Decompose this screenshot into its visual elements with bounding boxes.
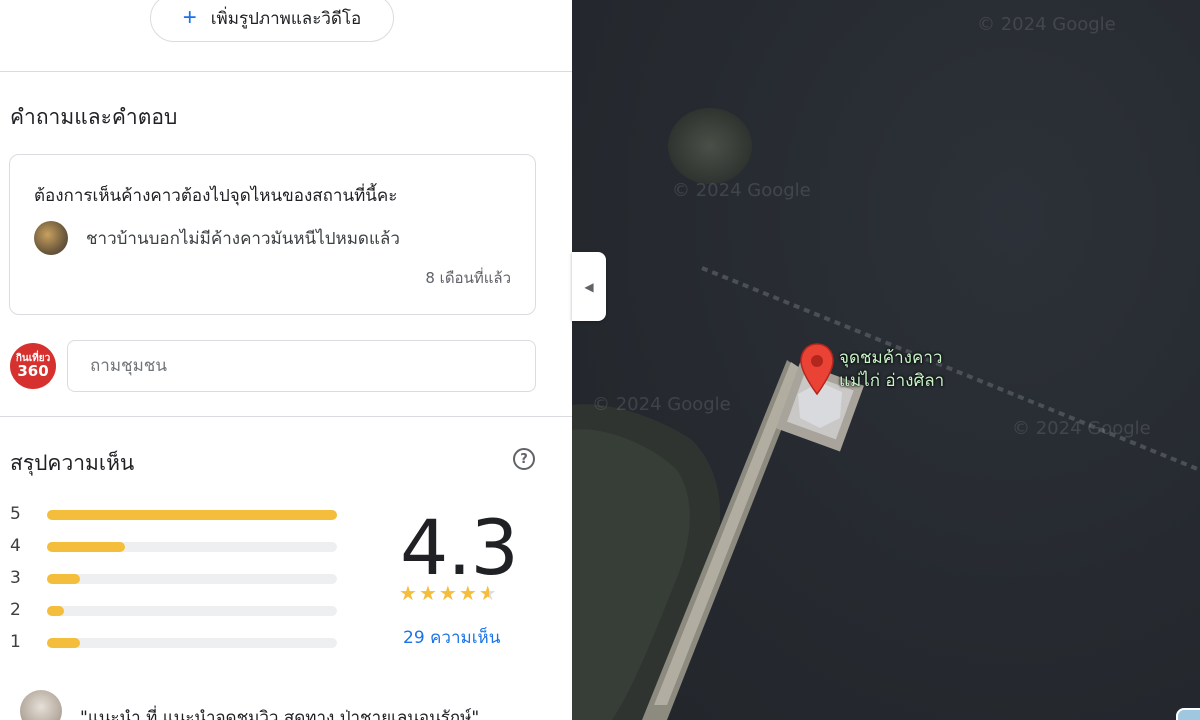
star-full-icon: ★ [418, 581, 439, 605]
map-watermark: © 2024 Google [977, 14, 1116, 35]
ask-community-input[interactable] [67, 340, 536, 392]
add-photos-videos-button[interactable]: + เพิ่มรูปภาพและวิดีโอ [150, 0, 394, 42]
layers-thumbnail[interactable] [1176, 708, 1200, 720]
rating-row-label: 2 [10, 600, 21, 620]
map-watermark: © 2024 Google [672, 180, 811, 201]
rating-bar-fill [47, 574, 81, 584]
reviewer-avatar [20, 690, 62, 720]
star-full-icon: ★ [438, 581, 459, 605]
rating-bar-fill [47, 510, 337, 520]
qa-section-title: คำถามและคำตอบ [10, 105, 178, 129]
profile-badge-text-2: 360 [17, 361, 49, 380]
rating-row-1[interactable]: 1 [10, 632, 337, 652]
rating-bar-track [47, 606, 337, 616]
rating-row-3[interactable]: 3 [10, 568, 337, 588]
place-label[interactable]: จุดชมค้างคาว แม่ไก่ อ่างศิลา [839, 347, 944, 393]
rating-bar-track [47, 510, 337, 520]
place-details-panel: + เพิ่มรูปภาพและวิดีโอ คำถามและคำตอบ ต้อ… [0, 0, 572, 720]
caret-left-icon: ◀ [584, 279, 594, 294]
place-label-line-2: แม่ไก่ อ่างศิลา [839, 371, 945, 391]
place-label-line-1: จุดชมค้างคาว [839, 348, 943, 368]
divider [0, 71, 572, 72]
rating-row-label: 3 [10, 568, 21, 588]
map-watermark: © 2024 Google [1012, 418, 1151, 439]
qa-card[interactable]: ต้องการเห็นค้างคาวต้องไปจุดไหนของสถานที่… [9, 154, 536, 315]
rating-bar-track [47, 638, 337, 648]
rating-bar-fill [47, 638, 81, 648]
rating-row-label: 4 [10, 536, 21, 556]
star-half-icon: ★ [478, 581, 499, 605]
divider [0, 416, 572, 417]
review-count-link[interactable]: 29 ความเห็น [403, 624, 500, 651]
answerer-avatar [34, 221, 68, 255]
rating-row-4[interactable]: 4 [10, 536, 337, 556]
average-rating: 4.3 [400, 503, 519, 592]
plus-icon: + [182, 4, 197, 31]
rating-bar-fill [47, 606, 65, 616]
qa-answer: ชาวบ้านบอกไม่มีค้างคาวมันหนีไปหมดแล้ว [86, 229, 400, 249]
collapse-panel-button[interactable]: ◀ [572, 252, 606, 321]
map-watermark: © 2024 Google [592, 394, 731, 415]
rating-row-2[interactable]: 2 [10, 600, 337, 620]
user-profile-avatar[interactable]: กินเที่ยว 360 [10, 343, 56, 389]
map-pin-icon[interactable] [799, 342, 835, 398]
rating-bar-track [47, 574, 337, 584]
help-circle-icon[interactable]: ? [513, 448, 535, 470]
rating-bar-track [47, 542, 337, 552]
rating-row-5[interactable]: 5 [10, 504, 337, 524]
qa-timestamp: 8 เดือนที่แล้ว [425, 269, 511, 287]
star-rating: ★★★★★ [399, 581, 499, 605]
review-snippet[interactable]: "แนะนำ ที่ แนะนำจุดชมวิว สุดทาง ป่าชายเล… [80, 704, 479, 720]
star-full-icon: ★ [399, 581, 419, 605]
review-summary-title: สรุปความเห็น [10, 451, 135, 475]
rating-row-label: 5 [10, 504, 21, 524]
star-full-icon: ★ [458, 581, 479, 605]
qa-question: ต้องการเห็นค้างคาวต้องไปจุดไหนของสถานที่… [34, 186, 398, 206]
rating-bar-fill [47, 542, 126, 552]
rating-row-label: 1 [10, 632, 21, 652]
add-media-label: เพิ่มรูปภาพและวิดีโอ [210, 8, 362, 28]
